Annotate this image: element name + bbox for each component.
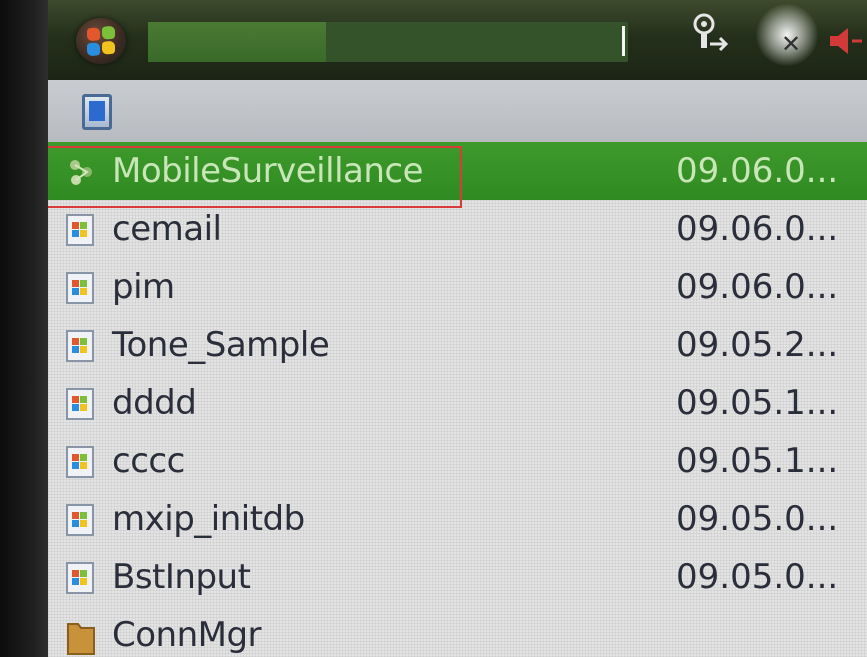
device-bezel [0,0,48,657]
connectivity-icon[interactable] [688,12,732,62]
path-bar [48,80,867,142]
folder-icon [66,620,96,655]
file-name: dddd [112,383,197,423]
exe-icon [66,388,96,420]
file-date: 09.05.2... [676,325,839,365]
file-date: 09.06.0... [676,209,839,249]
file-name: cccc [112,441,185,481]
file-date: 09.06.0... [676,267,839,307]
file-name: Tone_Sample [112,325,330,365]
file-row-mobilesurveillance[interactable]: MobileSurveillance 09.06.0... [48,142,867,208]
windows-flag-icon[interactable] [76,18,126,64]
exe-icon [66,562,96,594]
file-name: BstInput [112,557,251,597]
file-name: ConnMgr [112,615,262,655]
taskbar: ✕ [48,0,867,80]
file-date: 09.05.1... [676,383,839,423]
exe-icon [66,214,96,246]
signal-off-icon[interactable]: ✕ [756,4,818,66]
file-date: 09.05.1... [676,441,839,481]
file-date: 09.05.0... [676,557,839,597]
text-caret [622,26,625,56]
file-row-cccc[interactable]: cccc 09.05.1... [48,432,867,490]
file-name: cemail [112,209,222,249]
device-icon[interactable] [82,94,112,130]
file-date: 09.05.0... [676,499,839,539]
file-row-tone-sample[interactable]: Tone_Sample 09.05.2... [48,316,867,374]
exe-icon [66,504,96,536]
file-row-connmgr[interactable]: ConnMgr [48,606,867,657]
file-name: MobileSurveillance [112,151,424,191]
exe-icon [66,272,96,304]
app-icon [66,156,96,188]
exe-icon [66,446,96,478]
file-row-cemail[interactable]: cemail 09.06.0... [48,200,867,258]
file-row-mxip-initdb[interactable]: mxip_initdb 09.05.0... [48,490,867,548]
file-row-dddd[interactable]: dddd 09.05.1... [48,374,867,432]
volume-icon[interactable] [826,26,867,56]
file-row-bstinput[interactable]: BstInput 09.05.0... [48,548,867,606]
screen: ✕ MobileSurveillance 09.06.0... cemail 0… [48,0,867,657]
file-row-pim[interactable]: pim 09.06.0... [48,258,867,316]
file-name: pim [112,267,175,307]
file-name: mxip_initdb [112,499,305,539]
exe-icon [66,330,96,362]
device-frame: ✕ MobileSurveillance 09.06.0... cemail 0… [0,0,867,657]
file-date: 09.06.0... [676,151,839,191]
title-field[interactable] [148,22,628,62]
file-list: MobileSurveillance 09.06.0... cemail 09.… [48,142,867,657]
